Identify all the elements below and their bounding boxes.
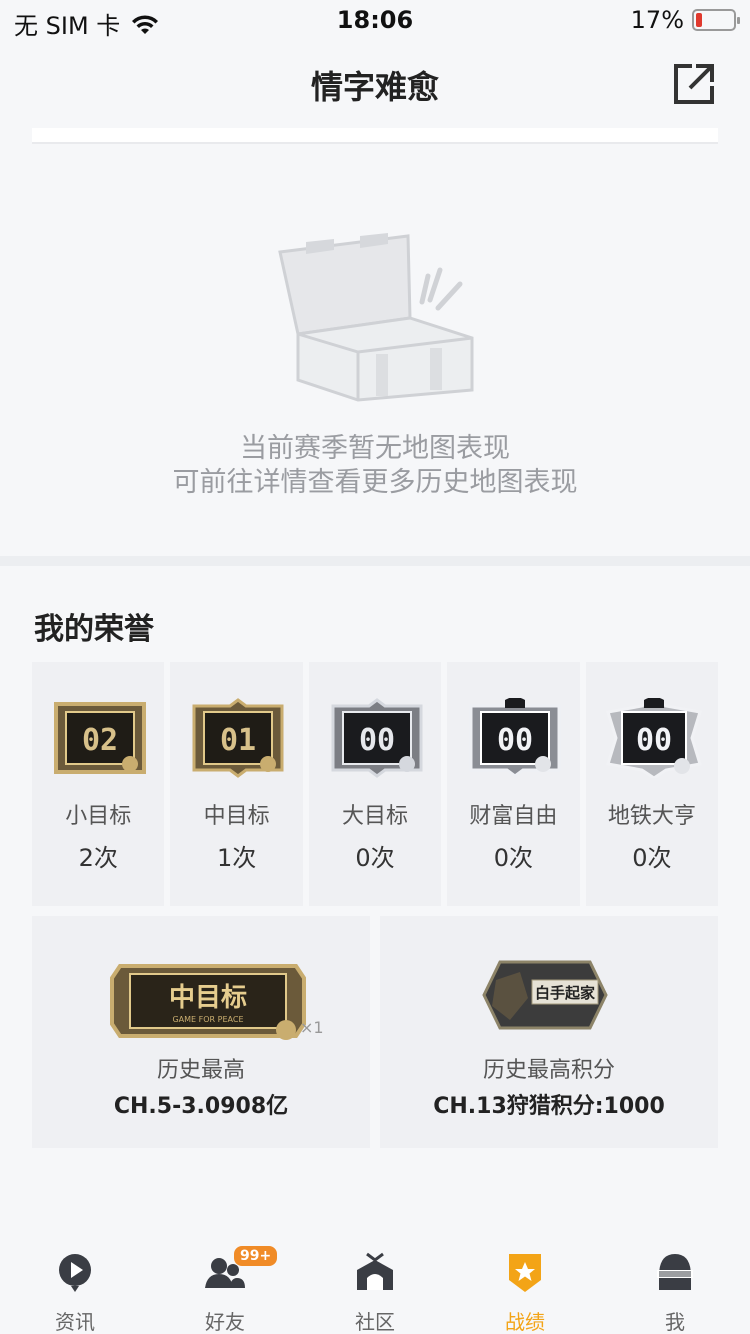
tab-me[interactable]: 我: [600, 1240, 750, 1334]
page-title: 情字难愈: [310, 68, 439, 106]
svg-text:01: 01: [220, 723, 256, 758]
page: 无 SIM 卡 18:06 17% 情字难愈 当前赛季暂无地图表现 可前往详情查…: [0, 0, 750, 1334]
honor-label: 小目标: [65, 804, 132, 829]
silver-badge-icon: 00: [331, 698, 423, 778]
honor-count: 0次: [632, 844, 672, 872]
svg-text:GAME FOR PEACE: GAME FOR PEACE: [172, 1015, 243, 1024]
multiplier-text: ×1: [300, 1018, 324, 1037]
record-value: CH.13狩猎积分:1000: [433, 1094, 665, 1119]
honor-item-big-goal[interactable]: 00 大目标 0次: [308, 662, 442, 906]
crown-badge-icon: 00: [605, 698, 702, 778]
svg-text:白手起家: 白手起家: [535, 984, 595, 1002]
tab-friends[interactable]: 99+ 好友: [150, 1240, 300, 1334]
record-label: 历史最高积分: [482, 1058, 615, 1083]
gold-badge-icon: 01: [192, 698, 284, 778]
honor-count: 1次: [216, 844, 257, 872]
me-icon: [657, 1254, 693, 1290]
hunt-badge-icon: 白手起家: [482, 960, 608, 1030]
battery-icon: [692, 9, 740, 31]
record-item-highest[interactable]: 中目标 GAME FOR PEACE ×1 历史最高 CH.5-3.0908亿: [32, 916, 370, 1148]
honor-count: 0次: [355, 844, 395, 872]
nav-bar: 情字难愈: [0, 40, 750, 128]
share-icon[interactable]: [672, 62, 716, 106]
news-icon: [59, 1254, 91, 1292]
svg-text:中目标: 中目标: [169, 983, 247, 1013]
tab-label: 战绩: [505, 1310, 545, 1334]
battery-info: 17%: [630, 6, 740, 34]
diamond-badge-icon: 00: [469, 698, 561, 778]
honor-label: 中目标: [203, 804, 270, 829]
record-grid: 中目标 GAME FOR PEACE ×1 历史最高 CH.5-3.0908亿 …: [32, 916, 718, 1148]
tab-news[interactable]: 资讯: [0, 1240, 150, 1334]
record-item-highest-score[interactable]: 白手起家 历史最高积分 CH.13狩猎积分:1000: [380, 916, 718, 1148]
honor-count: 0次: [493, 844, 534, 872]
svg-text:02: 02: [82, 723, 118, 758]
record-value: CH.5-3.0908亿: [113, 1094, 289, 1119]
battery-percent: 17%: [630, 6, 684, 34]
record-icon: [509, 1254, 541, 1292]
honor-item-small-goal[interactable]: 02 小目标 2次: [32, 662, 165, 906]
honor-label: 财富自由: [469, 804, 558, 829]
tab-label: 资讯: [55, 1310, 95, 1334]
medium-goal-badge-icon: 中目标 GAME FOR PEACE: [110, 964, 306, 1040]
map-card-edge: [32, 128, 718, 144]
tab-label: 我: [665, 1310, 685, 1334]
honor-item-medium-goal[interactable]: 01 中目标 1次: [170, 662, 303, 906]
tab-label: 好友: [205, 1310, 245, 1334]
tab-community[interactable]: 社区: [300, 1240, 450, 1334]
svg-text:00: 00: [497, 723, 533, 758]
svg-text:00: 00: [636, 723, 672, 758]
honor-grid: 02 小目标 2次 01 中目标 1次 00 大目标 0次 00 财富自由 0次…: [32, 662, 719, 906]
section-title: 我的荣誉: [34, 612, 154, 647]
section-divider: [0, 556, 750, 566]
gold-badge-icon: 02: [54, 702, 146, 774]
tab-bar: 资讯 99+ 好友 社区 战绩 我: [0, 1240, 750, 1334]
honor-item-financial-freedom[interactable]: 00 财富自由 0次: [447, 662, 580, 906]
empty-box-icon: [278, 233, 474, 402]
honor-count: 2次: [78, 844, 118, 872]
status-bar: 无 SIM 卡 18:06 17%: [0, 0, 750, 40]
tab-record[interactable]: 战绩: [450, 1240, 600, 1334]
map-empty-state: 当前赛季暂无地图表现 可前往详情查看更多历史地图表现: [0, 146, 750, 556]
tab-label: 社区: [355, 1310, 395, 1334]
battery-level: [696, 13, 702, 27]
community-icon: [357, 1252, 393, 1290]
honor-label: 地铁大亨: [607, 804, 696, 829]
empty-subtitle: 可前往详情查看更多历史地图表现: [172, 467, 578, 498]
honor-section: 我的荣誉 02 小目标 2次 01 中目标 1次 00 大目标 0次 00 财富…: [0, 566, 750, 1186]
honor-item-metro-tycoon[interactable]: 00 地铁大亨 0次: [585, 662, 719, 906]
svg-text:00: 00: [359, 723, 395, 758]
notification-badge: 99+: [234, 1246, 278, 1266]
honor-label: 大目标: [342, 804, 409, 829]
record-label: 历史最高: [156, 1058, 245, 1083]
